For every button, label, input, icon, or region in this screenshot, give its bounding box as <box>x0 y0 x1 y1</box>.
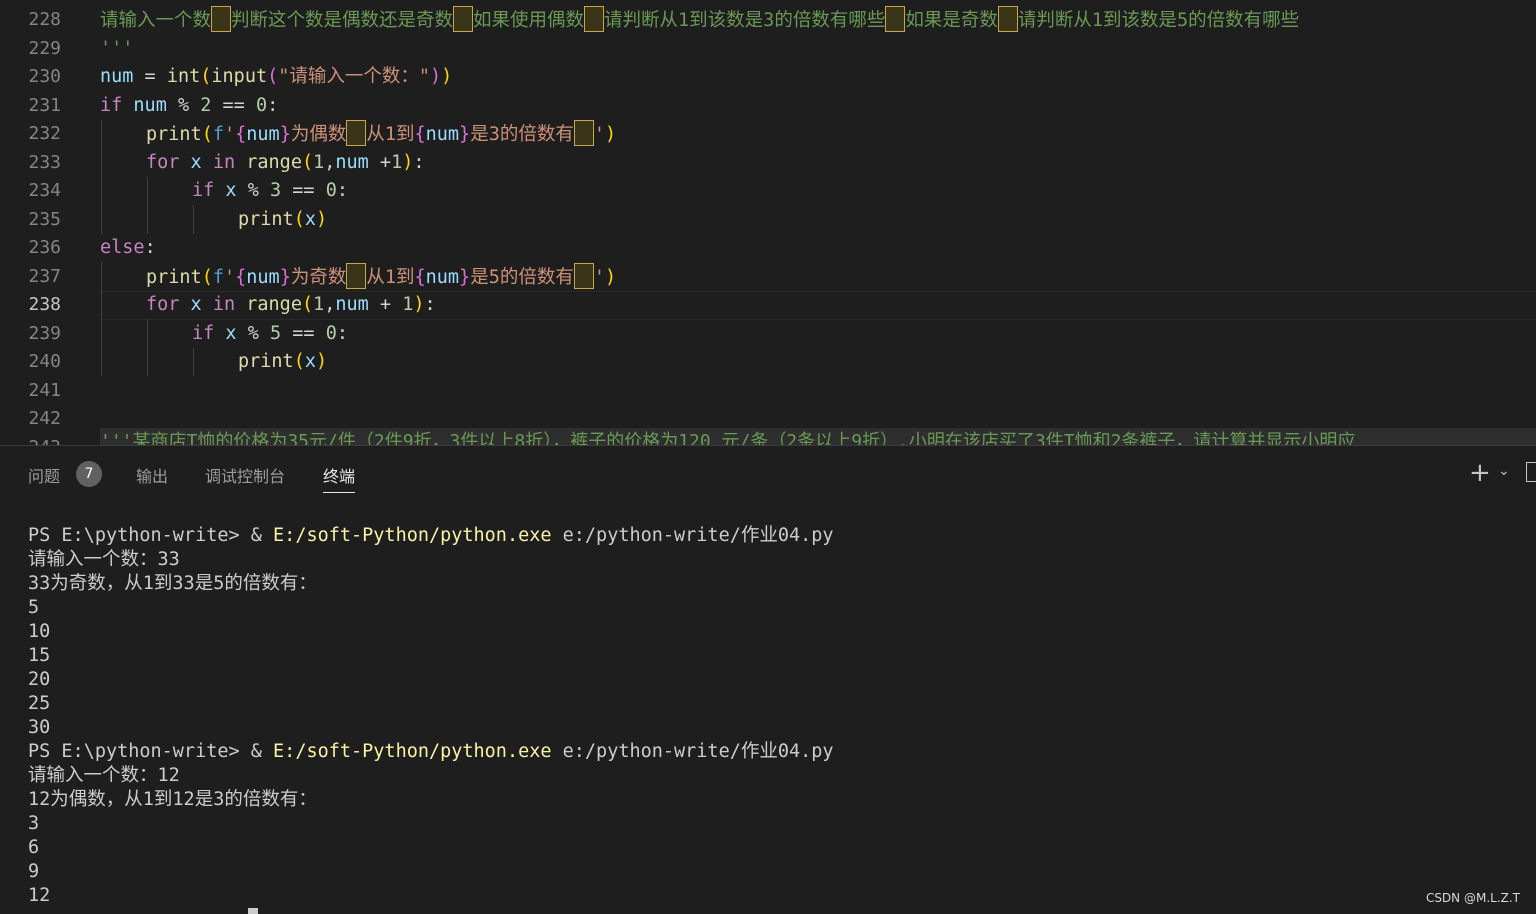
bottom-panel: 问题 7 输出 调试控制台 终端 + ⌄ PS E:\python-write>… <box>0 445 1536 914</box>
terminal-line: 33为奇数，从1到33是5的倍数有： <box>28 573 317 594</box>
code-text: print(f'{num}为奇数 从1到{num}是5的倍数有 ') <box>146 262 616 293</box>
problems-count-badge: 7 <box>76 461 102 487</box>
line-number: 242 <box>28 408 61 429</box>
line-number: 241 <box>28 379 61 401</box>
code-text: ''' <box>100 37 134 59</box>
code-line[interactable]: 229 ''' <box>0 35 1536 64</box>
terminal-line: 20 <box>28 669 51 690</box>
terminal-line: 5 <box>28 597 40 618</box>
line-number: 234 <box>28 180 61 201</box>
terminal-output[interactable]: PS E:\python-write> & E:/soft-Python/pyt… <box>28 524 834 908</box>
code-line-current[interactable]: 238 for x in range(1,num + 1): <box>0 291 1536 320</box>
code-line[interactable]: 239 if x % 5 == 0: <box>0 320 1536 349</box>
tab-problems[interactable]: 问题 <box>28 463 60 487</box>
terminal-line: 请输入一个数：33 <box>28 549 180 570</box>
code-text: for x in range(1,num + 1): <box>146 294 436 315</box>
code-text: print(f'{num}为偶数 从1到{num}是3的倍数有 ') <box>146 120 616 150</box>
code-line[interactable]: 235 print(x) <box>0 206 1536 235</box>
code-text: 请输入一个数 判断这个数是偶数还是奇数 如果使用偶数 请判断从1到该数是3的倍数有哪些… <box>100 6 1299 36</box>
terminal-line: 请输入一个数：12 <box>28 765 180 786</box>
line-number: 235 <box>28 208 61 230</box>
line-number: 232 <box>28 123 61 144</box>
ambiguous-char-marker <box>885 6 906 32</box>
terminal-line: 9 <box>28 861 40 882</box>
terminal-cursor <box>248 908 258 914</box>
code-text: num = int(input("请输入一个数：")) <box>100 66 453 87</box>
terminal-line: 15 <box>28 645 51 666</box>
ambiguous-char-marker <box>211 6 232 32</box>
code-text: for x in range(1,num +1): <box>146 151 425 173</box>
code-line[interactable]: 230 num = int(input("请输入一个数：")) <box>0 63 1536 92</box>
terminal-command-line: PS E:\python-write> & E:/soft-Python/pyt… <box>28 741 834 762</box>
split-icon[interactable] <box>1526 462 1536 482</box>
tab-debug-console[interactable]: 调试控制台 <box>205 463 285 487</box>
watermark: CSDN @M.L.Z.T <box>1425 891 1520 905</box>
panel-tab-bar: 问题 7 输出 调试控制台 终端 + ⌄ <box>0 446 1536 502</box>
code-line[interactable]: 237 print(f'{num}为奇数 从1到{num}是5的倍数有 ') <box>0 262 1536 293</box>
code-editor[interactable]: 228 请输入一个数 判断这个数是偶数还是奇数 如果使用偶数 请判断从1到该数是3的倍… <box>0 0 1536 445</box>
tab-terminal[interactable]: 终端 <box>323 463 356 493</box>
ambiguous-char-marker <box>997 6 1018 32</box>
line-number: 233 <box>28 151 61 173</box>
code-line[interactable]: 228 请输入一个数 判断这个数是偶数还是奇数 如果使用偶数 请判断从1到该数是3的倍… <box>0 6 1536 35</box>
ambiguous-char-marker <box>573 262 594 289</box>
ambiguous-char-marker <box>584 6 605 32</box>
terminal-line: 12 <box>28 885 51 906</box>
line-number: 238 <box>28 294 61 315</box>
code-line[interactable]: 236 else: <box>0 234 1536 263</box>
terminal-command-line: PS E:\python-write> & E:/soft-Python/pyt… <box>28 525 834 546</box>
code-line[interactable]: 240 print(x) <box>0 348 1536 377</box>
terminal-line: 6 <box>28 837 40 858</box>
line-number: 236 <box>28 237 61 258</box>
ambiguous-char-marker <box>346 120 367 146</box>
terminal-line: 30 <box>28 717 51 738</box>
terminal-line: 25 <box>28 693 51 714</box>
chevron-down-icon[interactable]: ⌄ <box>1498 463 1510 479</box>
code-text: print(x) <box>238 208 328 230</box>
code-text: if x % 3 == 0: <box>192 180 348 201</box>
line-number: 230 <box>28 66 61 87</box>
code-text: if num % 2 == 0: <box>100 94 279 116</box>
code-line[interactable]: 231 if num % 2 == 0: <box>0 92 1536 121</box>
code-text: print(x) <box>238 351 328 372</box>
terminal-line: 10 <box>28 621 51 642</box>
line-number: 243 <box>0 434 61 446</box>
line-number: 239 <box>28 322 61 344</box>
code-line[interactable]: 232 print(f'{num}为偶数 从1到{num}是3的倍数有 ') <box>0 120 1536 149</box>
tab-output[interactable]: 输出 <box>136 463 168 487</box>
code-line[interactable]: 233 for x in range(1,num +1): <box>0 149 1536 178</box>
code-line[interactable]: 234 if x % 3 == 0: <box>0 177 1536 206</box>
line-number: 228 <box>28 9 61 30</box>
code-text: else: <box>100 237 156 258</box>
line-number: 231 <box>28 94 61 116</box>
line-number: 229 <box>28 37 61 59</box>
ambiguous-char-marker <box>453 6 474 32</box>
code-line[interactable]: 241 <box>0 377 1536 406</box>
terminal-line: 12为偶数，从1到12是3的倍数有： <box>28 789 317 810</box>
line-number: 237 <box>28 265 61 287</box>
code-text-partial: '''某商店T恤的价格为35元/件（2件9折，3件以上8折），裤子的价格为120… <box>100 428 1536 445</box>
line-number: 240 <box>28 351 61 372</box>
ambiguous-char-marker <box>573 120 594 146</box>
code-text: if x % 5 == 0: <box>192 322 348 344</box>
ambiguous-char-marker <box>346 262 367 289</box>
plus-icon[interactable]: + <box>1469 458 1491 488</box>
terminal-line: 3 <box>28 813 40 834</box>
